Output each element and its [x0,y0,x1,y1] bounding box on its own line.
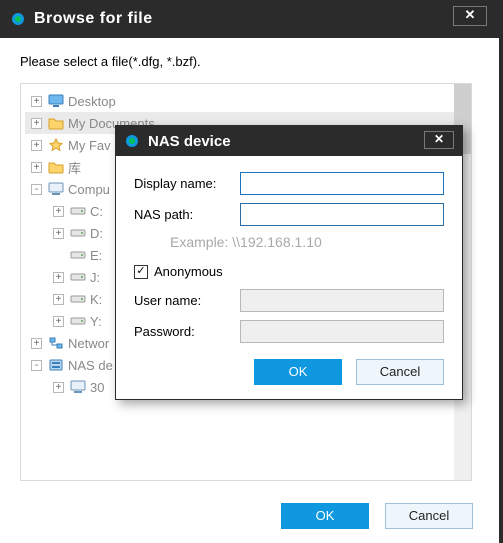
display-name-label: Display name: [134,176,240,191]
expand-toggle[interactable]: - [31,360,42,371]
anonymous-checkbox[interactable]: ✓ [134,265,148,279]
expand-toggle[interactable]: + [53,316,64,327]
password-input [240,320,444,343]
expand-toggle[interactable]: + [53,206,64,217]
tree-item-label: 库 [68,158,81,177]
anonymous-label: Anonymous [154,264,223,279]
tree-item-label: 30 [90,380,104,395]
prompt-text: Please select a file(*.dfg, *.bzf). [20,54,479,69]
expand-toggle[interactable]: + [31,162,42,173]
expand-toggle[interactable]: + [31,140,42,151]
tree-item-label: C: [90,204,103,219]
expand-toggle[interactable]: + [31,338,42,349]
user-name-row: User name: [134,289,444,312]
tree-item-label: J: [90,270,100,285]
modal-title: NAS device [148,133,231,150]
close-button[interactable]: ✕ [453,6,487,26]
modal-cancel-button[interactable]: Cancel [356,359,444,385]
window-title: Browse for file [34,10,153,28]
computer-icon [48,182,64,196]
tree-item[interactable]: + Desktop [25,90,467,112]
nas-path-input[interactable] [240,203,444,226]
folder-icon [48,160,64,174]
titlebar: Browse for file ✕ [0,0,499,38]
cancel-button[interactable]: Cancel [385,503,473,529]
expand-toggle[interactable]: + [53,228,64,239]
expand-toggle[interactable]: + [53,272,64,283]
star-icon [48,138,64,152]
dialog-footer: OK Cancel [281,503,473,529]
tree-item-label: Desktop [68,94,116,109]
network-icon [48,336,64,350]
expand-toggle[interactable]: + [31,96,42,107]
computer-icon [70,380,86,394]
nas-path-label: NAS path: [134,207,240,222]
folder-icon [48,116,64,130]
password-label: Password: [134,324,240,339]
tree-item-label: Compu [68,182,110,197]
check-icon: ✓ [136,266,145,277]
modal-titlebar: NAS device ✕ [116,126,462,156]
expand-toggle[interactable]: + [53,294,64,305]
tree-item-label: D: [90,226,103,241]
drive-icon [70,292,86,306]
tree-item-label: Y: [90,314,102,329]
expand-toggle[interactable]: - [31,184,42,195]
tree-item-label: K: [90,292,102,307]
nas-path-example: Example: \\192.168.1.10 [170,234,444,250]
nas-device-dialog: NAS device ✕ Display name: NAS path: Exa… [115,125,463,400]
anonymous-row: ✓ Anonymous [134,264,444,279]
app-icon [124,133,140,149]
display-name-input[interactable] [240,172,444,195]
modal-ok-button[interactable]: OK [254,359,342,385]
app-icon [10,11,26,27]
tree-item-label: E: [90,248,102,263]
ok-button[interactable]: OK [281,503,369,529]
modal-body: Display name: NAS path: Example: \\192.1… [116,156,462,399]
drive-icon [70,248,86,262]
nas-path-row: NAS path: [134,203,444,226]
password-row: Password: [134,320,444,343]
drive-icon [70,314,86,328]
expand-toggle[interactable]: + [53,382,64,393]
tree-item-label: NAS de [68,358,113,373]
user-name-input [240,289,444,312]
nas-icon [48,358,64,372]
desktop-icon [48,94,64,108]
display-name-row: Display name: [134,172,444,195]
expand-toggle[interactable]: + [31,118,42,129]
drive-icon [70,270,86,284]
modal-footer: OK Cancel [134,359,444,385]
modal-close-button[interactable]: ✕ [424,131,454,149]
tree-item-label: Networ [68,336,109,351]
tree-item-label: My Fav [68,138,111,153]
drive-icon [70,204,86,218]
drive-icon [70,226,86,240]
user-name-label: User name: [134,293,240,308]
